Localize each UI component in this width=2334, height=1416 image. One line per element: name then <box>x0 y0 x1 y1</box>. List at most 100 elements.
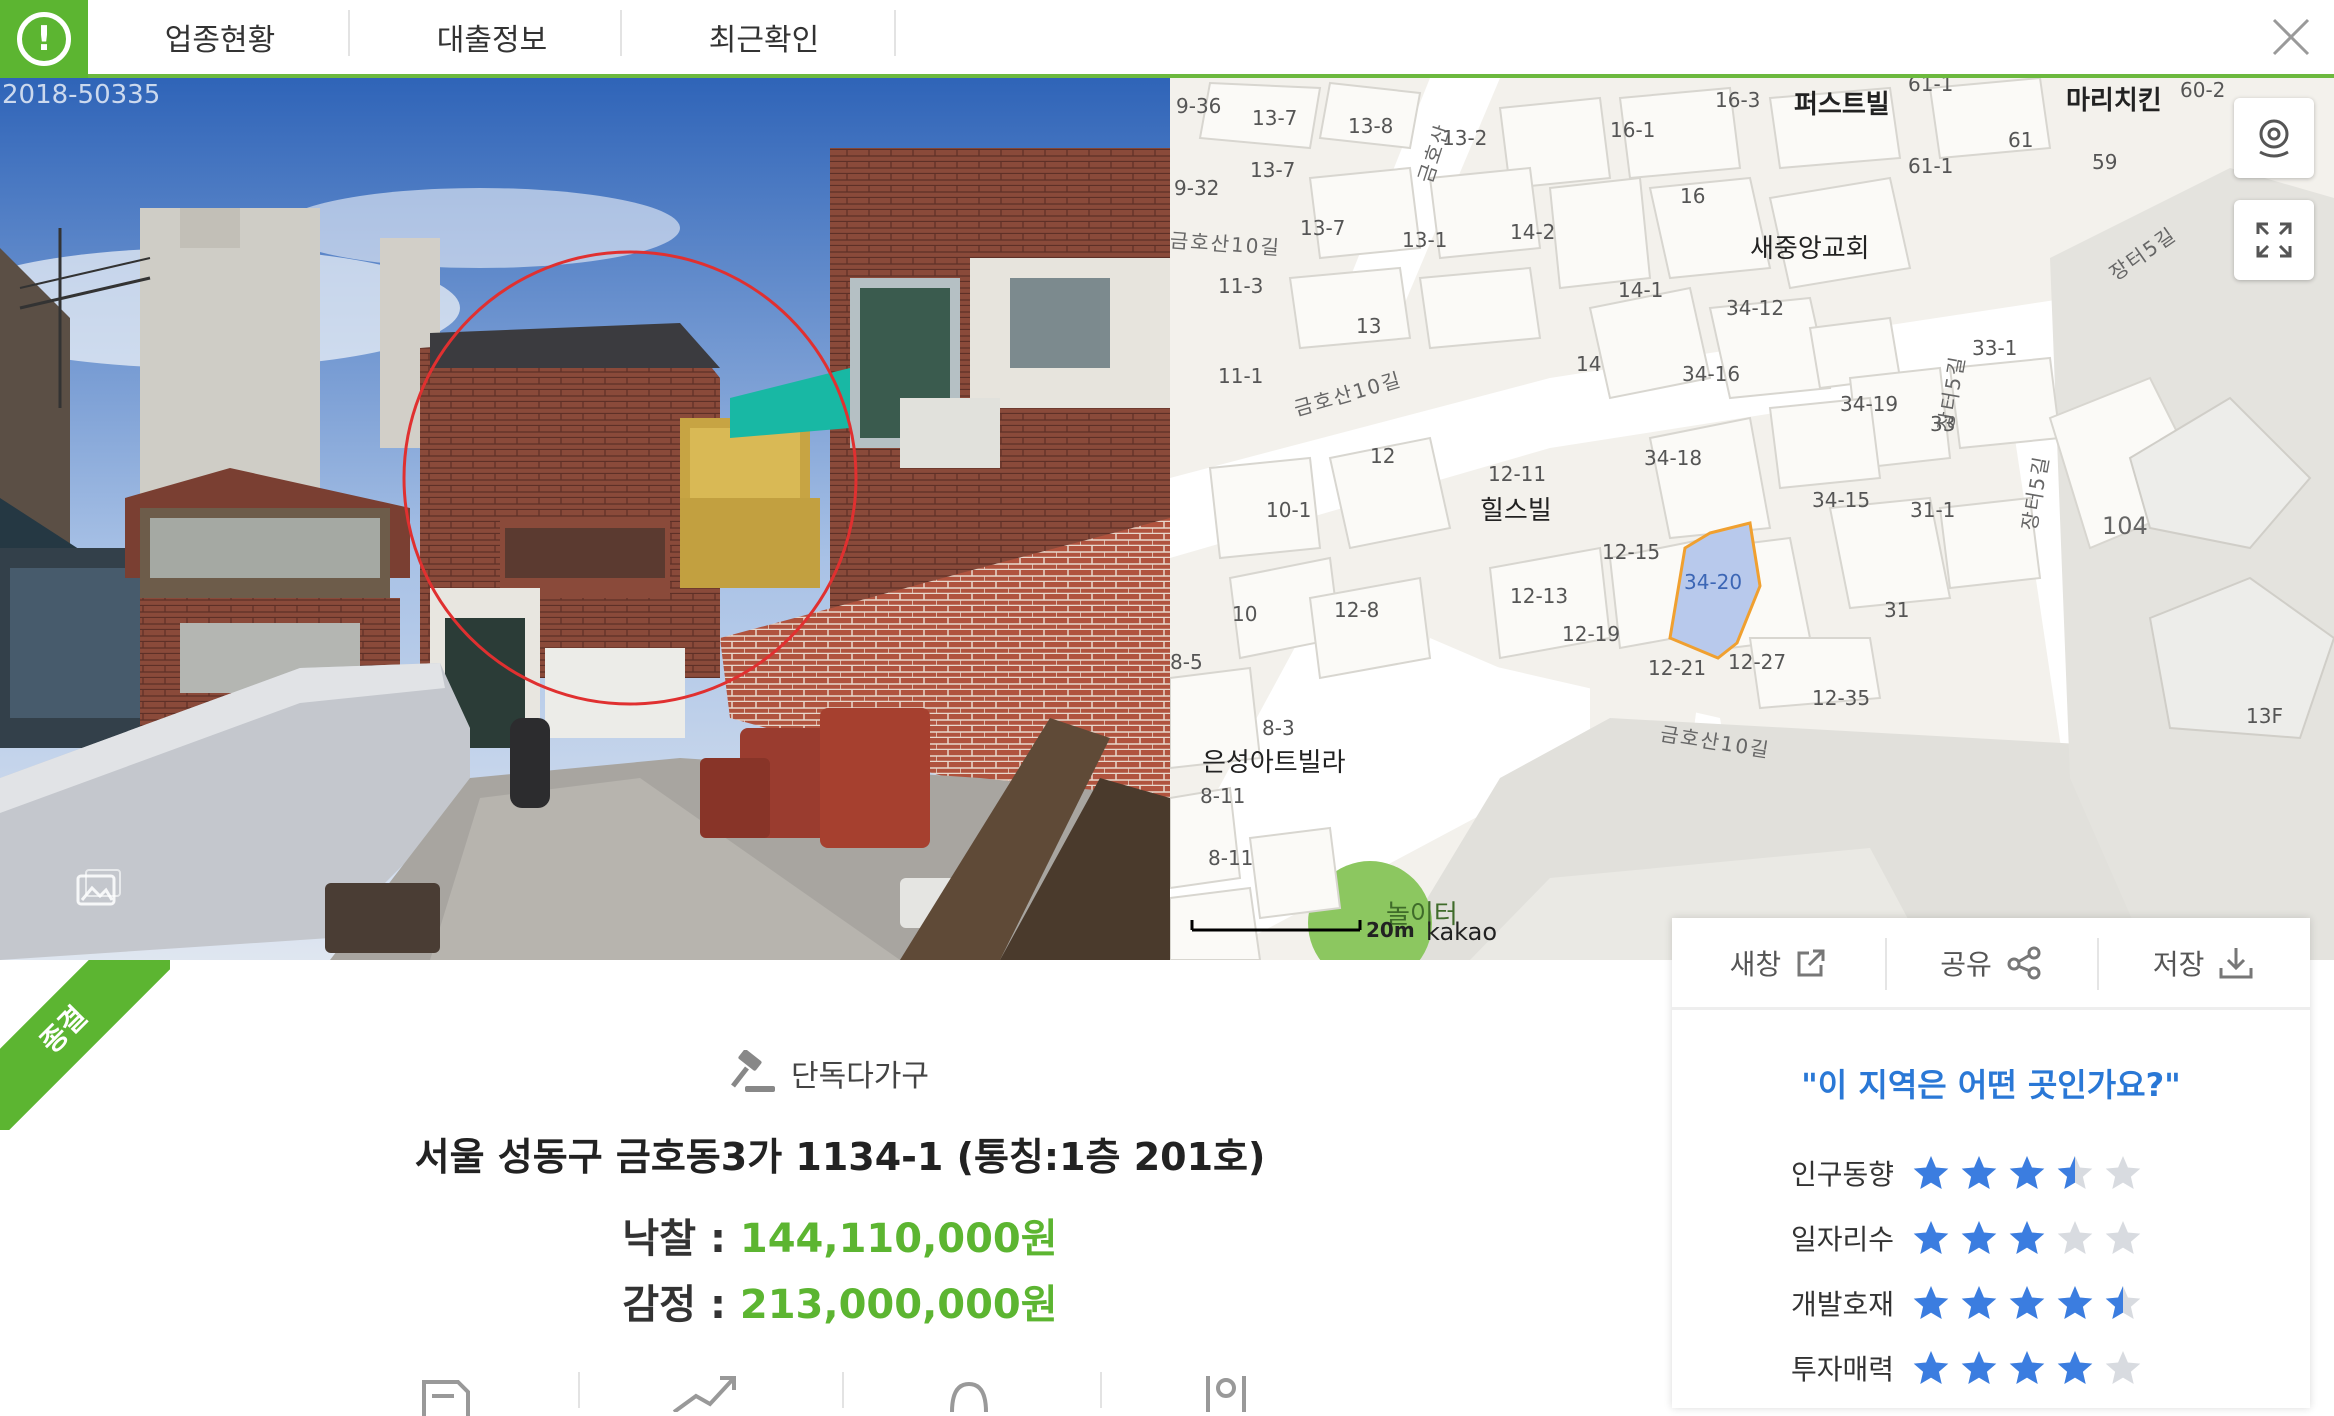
map-lot-label: 9-32 <box>1174 176 1220 200</box>
map-scale: 20m <box>1366 918 1415 942</box>
star-icon <box>1913 1155 1949 1189</box>
map-lot-label: 12-19 <box>1562 622 1621 646</box>
tab-business-status[interactable]: 업종현황 <box>120 0 320 74</box>
rating-row-population: 인구동향 <box>1672 1140 2310 1205</box>
alert-button[interactable]: ! <box>0 0 88 78</box>
search-icon[interactable] <box>944 1378 994 1412</box>
map-lot-label: 59 <box>2092 150 2118 174</box>
map-provider-logo: kakao <box>1426 918 1498 946</box>
map-canvas <box>1170 78 2334 960</box>
download-icon <box>2219 947 2253 978</box>
map-lot-label: 11-1 <box>1218 364 1264 388</box>
property-photo[interactable]: 2018-50335 <box>0 78 1170 960</box>
location-map[interactable]: 9-36 13-7 13-8 13-2 16-3 61-1 60-2 16-1 … <box>1170 78 2334 960</box>
map-lot-label: 31 <box>1884 598 1910 622</box>
map-lot-label: 12-35 <box>1812 686 1871 710</box>
rating-stars <box>1912 1349 2142 1387</box>
rating-stars <box>1912 1284 2142 1322</box>
tab-recent[interactable]: 최근확인 <box>664 0 864 74</box>
photo-gallery-icon[interactable] <box>76 868 122 908</box>
bottom-icon-row <box>400 1372 1300 1416</box>
map-lot-label: 14-2 <box>1510 220 1556 244</box>
rating-row-development: 개발호재 <box>1672 1270 2310 1335</box>
map-lot-label: 13-7 <box>1250 158 1296 182</box>
star-icon <box>1961 1285 1997 1319</box>
map-lot-label: 34-12 <box>1726 296 1785 320</box>
map-lot-label: 34-19 <box>1840 392 1899 416</box>
star-icon <box>2105 1285 2141 1319</box>
map-lot-label: 16-3 <box>1715 88 1761 112</box>
map-lot-label: 13-8 <box>1348 114 1394 138</box>
tab-loan-info[interactable]: 대출정보 <box>392 0 592 74</box>
map-lot-label: 34-18 <box>1644 446 1703 470</box>
map-lot-label: 16-1 <box>1610 118 1656 142</box>
map-place-eunseong-villa: 은성아트빌라 <box>1202 748 1346 778</box>
rating-stars <box>1912 1154 2142 1192</box>
map-lot-label: 12-13 <box>1510 584 1569 608</box>
appraisal-label: 감정 : <box>622 1282 740 1328</box>
star-icon <box>2057 1350 2093 1384</box>
property-address: 서울 성동구 금호동3가 1134-1 (통칭:1층 201호) <box>414 1135 1266 1179</box>
map-lot-label: 61-1 <box>1908 78 1954 96</box>
document-icon[interactable] <box>418 1376 478 1416</box>
exclamation-icon: ! <box>17 12 71 66</box>
map-lot-label: 13 <box>1356 314 1382 338</box>
chart-trend-icon[interactable] <box>670 1372 740 1412</box>
close-icon[interactable] <box>2266 12 2316 62</box>
street-photo-illustration <box>0 78 1170 960</box>
category-label: 단독다가구 <box>791 1059 929 1094</box>
new-window-label: 새창 <box>1729 947 1782 981</box>
share-button[interactable]: 공유 <box>1884 918 2098 1007</box>
map-lot-label: 8-11 <box>1200 784 1246 808</box>
star-icon <box>2105 1350 2141 1384</box>
map-lot-label: 14-1 <box>1618 278 1664 302</box>
map-lot-label: 14 <box>1576 352 1602 376</box>
map-lot-label: 104 <box>2102 512 2148 540</box>
map-lot-label: 9-36 <box>1176 94 1222 118</box>
status-badge: 종결 <box>0 960 170 1130</box>
icon-divider <box>842 1372 844 1408</box>
star-icon <box>2009 1350 2045 1384</box>
map-lot-label: 13F <box>2246 704 2283 728</box>
tab-label: 업종현황 <box>164 23 276 58</box>
tab-divider <box>620 10 622 56</box>
fullscreen-button[interactable] <box>2234 200 2314 280</box>
map-lot-label: 12 <box>1370 444 1396 468</box>
map-lot-label: 16 <box>1680 184 1706 208</box>
external-link-icon <box>1797 949 1825 976</box>
expand-icon <box>2256 222 2292 258</box>
winning-bid-value: 144,110,000원 <box>739 1216 1058 1262</box>
star-icon <box>2009 1220 2045 1254</box>
map-lot-label: 8-3 <box>1262 716 1295 740</box>
winning-bid: 낙찰 : 144,110,000원 <box>0 1206 1680 1264</box>
star-icon <box>2057 1285 2093 1319</box>
star-icon <box>2009 1285 2045 1319</box>
map-lot-label: 13-7 <box>1252 106 1298 130</box>
region-question: "이 지역은 어떤 곳인가요?" <box>1801 1066 2181 1104</box>
save-button[interactable]: 저장 <box>2097 918 2310 1007</box>
street-view-button[interactable] <box>2234 98 2314 178</box>
rating-label: 투자매력 <box>1790 1352 1894 1386</box>
map-lot-label: 11-3 <box>1218 274 1264 298</box>
map-place-church: 새중앙교회 <box>1750 234 1870 264</box>
settings-slider-icon[interactable] <box>1196 1372 1256 1412</box>
save-label: 저장 <box>2152 947 2205 981</box>
panel-action-bar: 새창 공유 저장 <box>1672 918 2310 1010</box>
rating-label: 인구동향 <box>1790 1157 1894 1191</box>
map-lot-label: 13-7 <box>1300 216 1346 240</box>
status-ribbon: 종결 <box>0 960 170 1130</box>
star-icon <box>2105 1220 2141 1254</box>
star-icon <box>2009 1155 2045 1189</box>
location-pin-icon <box>2259 119 2289 158</box>
tab-divider <box>348 10 350 56</box>
new-window-button[interactable]: 새창 <box>1672 918 1885 1007</box>
map-lot-label: 33-1 <box>1972 336 2018 360</box>
star-icon <box>2057 1220 2093 1254</box>
rating-row-investment: 투자매력 <box>1672 1335 2310 1400</box>
map-lot-label: 61 <box>2008 128 2034 152</box>
map-lot-label: 60-2 <box>2180 78 2226 102</box>
star-icon <box>1961 1220 1997 1254</box>
rating-label: 개발호재 <box>1790 1287 1894 1321</box>
map-lot-label: 34-16 <box>1682 362 1741 386</box>
map-lot-label: 8-11 <box>1208 846 1254 870</box>
